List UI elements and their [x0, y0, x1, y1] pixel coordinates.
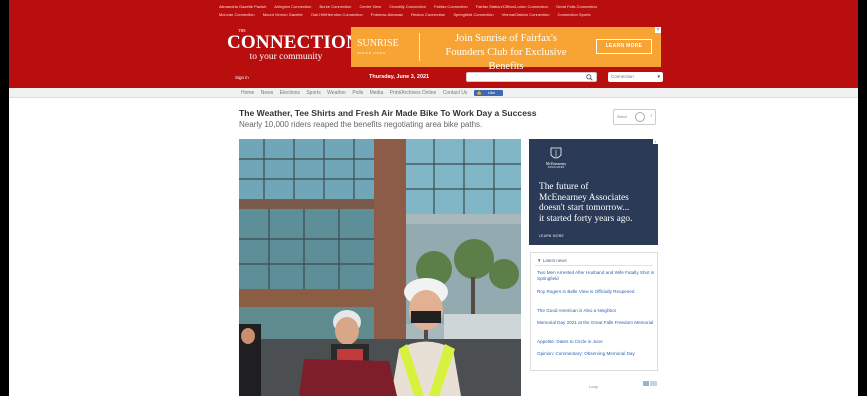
ad-copy-line: doesn't start tomorrow... [539, 203, 630, 214]
logo-the: THE [238, 28, 246, 33]
main-nav: Home News Elections Sports Weather Polls… [9, 88, 858, 98]
top-link[interactable]: Connection Sports [558, 12, 591, 17]
ad-copy-line: The future of [539, 182, 589, 192]
ad-copy-line-2: Founders Club for Exclusive Benefits [445, 47, 567, 72]
chevron-right-icon[interactable]: › [650, 113, 652, 119]
nav-item-contact[interactable]: Contact Us [443, 90, 468, 96]
mcenearney-copy: The future of McEnearney Associates does… [539, 182, 654, 224]
chevron-down-icon: ▾ [657, 74, 660, 80]
nav-item-polls[interactable]: Polls [352, 90, 363, 96]
current-date: Thursday, June 3, 2021 [369, 74, 430, 80]
news-link[interactable]: Memorial Day 2021 at the Great Falls Fre… [537, 320, 655, 326]
ad-close-icon[interactable]: × [655, 27, 661, 33]
browser-viewport: Alexandria Gazette Packet Arlington Conn… [0, 0, 867, 396]
logo-tagline: to your community [249, 52, 323, 62]
share-widget[interactable]: Select › [613, 109, 656, 125]
mcenearney-logo-sub: ASSOCIATES [547, 166, 565, 169]
top-link[interactable]: Arlington Connection [274, 4, 311, 9]
ad-copy-line: it started forty years ago. [539, 213, 633, 224]
nav-item-news[interactable]: News [261, 90, 274, 96]
top-link[interactable]: Fairfax Connection [434, 4, 468, 9]
news-link[interactable]: Two Men Arrested After Husband and Wife … [537, 270, 655, 281]
ad-copy-line: McEnearney Associates [539, 192, 629, 203]
article-headline: The Weather, Tee Shirts and Fresh Air Ma… [239, 108, 537, 118]
top-link[interactable]: Chantilly Connection [389, 4, 426, 9]
top-links-row-2: McLean Connection Mount Vernon Gazette O… [219, 11, 649, 18]
facebook-like-button[interactable]: 👍 Like [473, 89, 504, 96]
news-link[interactable]: Roy Rogers in Belle View is Officially R… [537, 289, 655, 295]
ad-brand-sub: SENIOR LIVING [357, 51, 386, 55]
top-links-row-1: Alexandria Gazette Packet Arlington Conn… [219, 3, 649, 10]
nav-items: Home News Elections Sports Weather Polls… [241, 89, 508, 97]
thumbs-up-icon: 👍 [476, 89, 482, 95]
mcenearney-logo: McEnearney ASSOCIATES [537, 147, 575, 169]
latest-news-title[interactable]: ▼ Latest news [537, 258, 567, 263]
banner-ad[interactable]: SUNRISE SENIOR LIVING Join Sunrise of Fa… [351, 27, 661, 72]
crest-icon [550, 147, 562, 159]
edition-select[interactable]: Connection ▾ [608, 72, 663, 82]
ad-copy: Join Sunrise of Fairfax's Founders Club … [427, 32, 585, 74]
divider [535, 265, 653, 266]
top-link[interactable]: Fairfax Station/Clifton/Lorton Connectio… [476, 4, 548, 9]
mcenearney-ad[interactable]: McEnearney ASSOCIATES The future of McEn… [529, 139, 658, 245]
site-header: Alexandria Gazette Packet Arlington Conn… [9, 0, 858, 88]
top-link[interactable]: Great Falls Connection [556, 4, 597, 9]
article-subhead: Nearly 10,000 riders reaped the benefits… [239, 120, 483, 129]
ad-copy-line-1: Join Sunrise of Fairfax's [455, 33, 557, 44]
top-link[interactable]: Centre View [359, 4, 381, 9]
top-link[interactable]: McLean Connection [219, 12, 255, 17]
news-link[interactable]: The Good American is Also a Neighbor [537, 308, 655, 314]
nav-item-elections[interactable]: Elections [280, 90, 300, 96]
ad-info-icon[interactable]: i [653, 139, 658, 144]
top-link[interactable]: Mount Vernon Gazette [263, 12, 303, 17]
facebook-like-label: Like [487, 89, 496, 95]
top-link[interactable]: Vienna/Oakton Connection [502, 12, 550, 17]
news-link[interactable]: Appetite: Dates to Circle in June [537, 339, 655, 345]
search-icon[interactable] [586, 74, 593, 81]
share-label: Select [617, 115, 627, 119]
ad-learn-more-button[interactable]: LEARN MORE [596, 39, 652, 54]
top-link[interactable]: Springfield Connection [453, 12, 493, 17]
nav-item-home[interactable]: Home [241, 90, 254, 96]
nav-item-media[interactable]: Media [370, 90, 384, 96]
top-link[interactable]: Potomac Almanac [371, 12, 403, 17]
ad-choices-icon[interactable] [643, 381, 657, 386]
edition-value: Connection [611, 74, 634, 79]
nav-item-print-archives[interactable]: Print/Archives Online [390, 90, 437, 96]
search-input[interactable] [466, 72, 597, 82]
ad-brand: SUNRISE [357, 38, 399, 49]
share-icon[interactable] [635, 112, 645, 122]
site-logo[interactable]: THE CONNECTION to your community [227, 28, 360, 63]
top-link[interactable]: Reston Connection [411, 12, 445, 17]
top-link[interactable]: Alexandria Gazette Packet [219, 4, 266, 9]
logo-wordmark: CONNECTION [227, 32, 360, 53]
nav-item-weather[interactable]: Weather [327, 90, 346, 96]
mcenearney-learn-more[interactable]: LEARN MORE [539, 234, 564, 238]
top-link[interactable]: Oak Hill/Herndon Connection [311, 12, 363, 17]
news-link[interactable]: Opinion: Commentary: Observing Memorial … [537, 351, 655, 357]
bottom-ad-label[interactable]: Loop [589, 384, 598, 389]
signin-link[interactable]: Sign in [235, 75, 249, 80]
article-photo [239, 139, 521, 396]
latest-news-box: ▼ Latest news Two Men Arrested After Hus… [530, 252, 658, 371]
ad-divider [419, 33, 420, 61]
top-link[interactable]: Burke Connection [320, 4, 352, 9]
nav-item-sports[interactable]: Sports [306, 90, 320, 96]
